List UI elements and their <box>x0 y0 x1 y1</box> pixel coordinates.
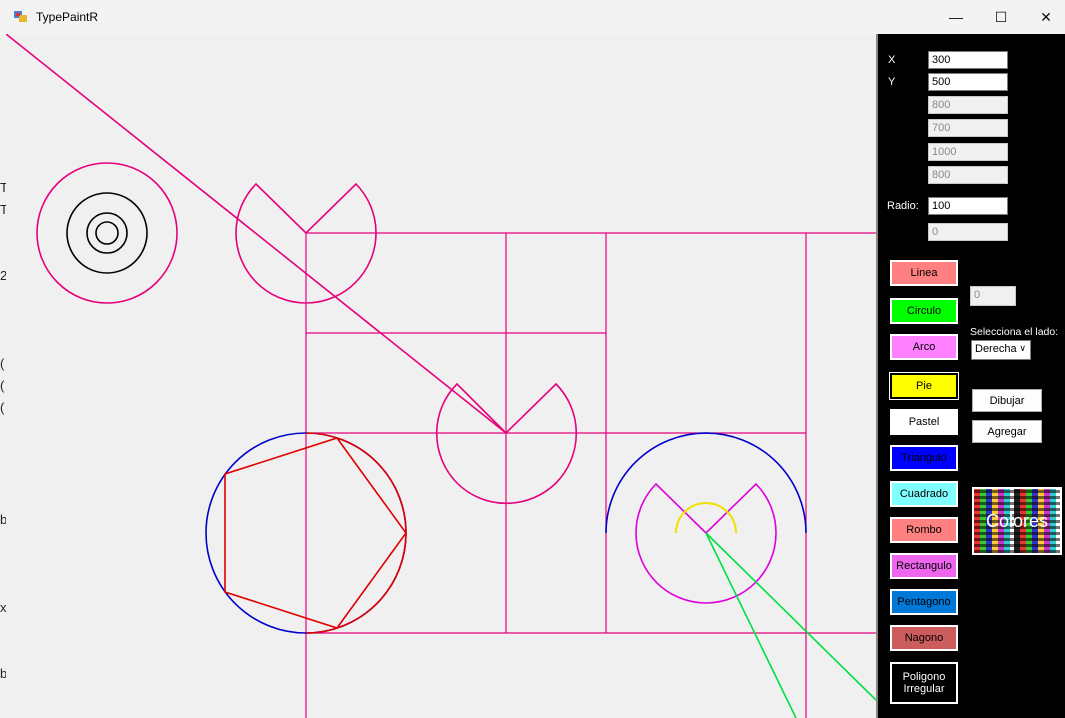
add-button[interactable]: Agregar <box>972 420 1042 443</box>
maximize-button[interactable]: ☐ <box>978 0 1024 34</box>
target-circle <box>86 212 128 254</box>
pacman-pie <box>635 482 777 604</box>
y-label: Y <box>888 76 896 88</box>
pie-button[interactable]: Pie <box>889 372 959 400</box>
colors-label: Colores <box>985 511 1049 531</box>
close-button[interactable]: ✕ <box>1023 0 1065 34</box>
x3-input[interactable]: 1000 <box>928 143 1008 161</box>
app-window: TypePaintR — ☐ ✕ T T 2 ( ( ( b x b X 300… <box>0 0 1065 718</box>
draw-button[interactable]: Dibujar <box>972 389 1042 412</box>
edge-text: ( <box>0 356 5 371</box>
side-select[interactable]: Derecha ∨ <box>971 340 1031 360</box>
sides-input[interactable]: 0 <box>970 286 1016 306</box>
edge-text: ( <box>0 378 5 393</box>
pastel-button[interactable]: Pastel <box>890 409 958 435</box>
app-icon <box>14 11 27 22</box>
pentagon <box>224 437 407 629</box>
green-line <box>705 532 797 718</box>
target-circle <box>95 221 119 245</box>
poligono-irregular-button[interactable]: Poligono Irregular <box>890 662 958 704</box>
radio-label: Radio: <box>887 200 919 212</box>
canvas-drawing <box>6 34 876 718</box>
x-label: X <box>888 54 896 66</box>
colors-button[interactable]: Colores <box>972 487 1062 555</box>
chevron-down-icon: ∨ <box>1019 343 1026 353</box>
x-input[interactable]: 300 <box>928 51 1008 69</box>
green-line <box>705 532 876 701</box>
minimize-button[interactable]: — <box>933 0 979 34</box>
circulo-button[interactable]: Circulo <box>890 298 958 324</box>
rectangulo-button[interactable]: Rectangulo <box>890 553 958 579</box>
minimize-icon: — <box>949 9 963 25</box>
yellow-arc <box>675 502 737 534</box>
y-input[interactable]: 500 <box>928 73 1008 91</box>
radio-input[interactable]: 100 <box>928 197 1008 215</box>
edge-text: ( <box>0 400 5 415</box>
y2-input[interactable]: 700 <box>928 119 1008 137</box>
arco-button[interactable]: Arco <box>890 334 958 360</box>
close-icon: ✕ <box>1040 8 1052 25</box>
linea-button[interactable]: Linea <box>890 260 958 286</box>
target-circle-outer <box>36 162 178 304</box>
side-prompt: Selecciona el lado: <box>970 326 1059 338</box>
title-bar: TypePaintR — ☐ ✕ <box>0 0 1065 35</box>
x2-input[interactable]: 800 <box>928 96 1008 114</box>
pentagono-button[interactable]: Pentagono <box>890 589 958 615</box>
grid-lines <box>305 232 876 718</box>
side-select-value: Derecha <box>975 343 1017 355</box>
nagono-button[interactable]: Nagono <box>890 625 958 651</box>
cuadrado-button[interactable]: Cuadrado <box>890 481 958 507</box>
control-panel: X 300 Y 500 800 700 1000 800 Radio: 100 … <box>876 34 1065 718</box>
radio2-input[interactable]: 0 <box>928 223 1008 241</box>
semicircle-arc <box>605 432 807 534</box>
maximize-icon: ☐ <box>994 8 1008 25</box>
window-title: TypePaintR <box>36 10 99 24</box>
target-circle <box>66 192 148 274</box>
triangulo-button[interactable]: Triangulo <box>890 445 958 471</box>
drawing-canvas[interactable] <box>6 34 876 718</box>
rombo-button[interactable]: Rombo <box>890 517 958 543</box>
y3-input[interactable]: 800 <box>928 166 1008 184</box>
